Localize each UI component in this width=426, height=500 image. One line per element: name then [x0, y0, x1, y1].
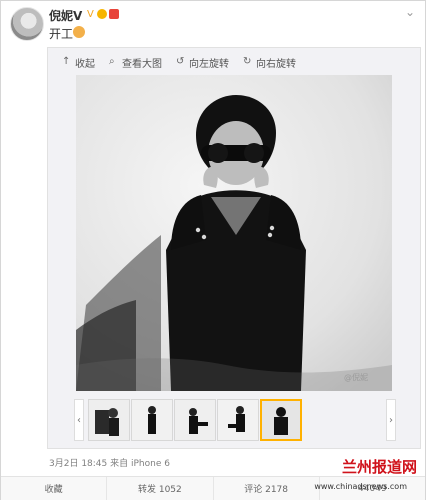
thumbnail-image [262, 401, 300, 439]
member-badge-icon [97, 9, 107, 19]
favorite-label: 收藏 [44, 485, 63, 495]
repost-label: 转发 1052 [137, 485, 182, 495]
thumbnail-3[interactable] [174, 399, 216, 441]
rotate-left-label: 向左旋转 [189, 58, 229, 70]
thumbnail-1[interactable] [88, 399, 130, 441]
username[interactable]: 倪妮V [49, 7, 82, 24]
site-url: www.chinadsnews.com [314, 482, 407, 491]
photo-watermark: @倪妮 [344, 373, 368, 382]
favorite-button[interactable]: 收藏 [1, 477, 108, 500]
thumb-prev-button[interactable]: ‹ [74, 399, 84, 441]
view-large-label: 查看大图 [122, 58, 162, 70]
rotate-left-button[interactable]: ↺ 向左旋转 [176, 54, 229, 70]
view-large-button[interactable]: ⌕ 查看大图 [109, 54, 162, 70]
thumbnail-image [175, 400, 215, 440]
thumbnail-image [89, 400, 129, 440]
post-text: 开工 [49, 27, 74, 41]
emoji-icon [73, 26, 85, 38]
avatar[interactable] [10, 7, 44, 41]
media-toolbar: ↑ 收起 ⌕ 查看大图 ↺ 向左旋转 ↻ 向右旋转 [62, 54, 296, 70]
verified-badge-icon: V [87, 9, 94, 20]
thumbnail-image [132, 400, 172, 440]
rotate-left-icon: ↺ [176, 56, 185, 67]
site-brand: 兰州报道网 [341, 458, 417, 476]
photo-illustration [76, 75, 392, 391]
main-photo[interactable]: @倪妮 [76, 75, 392, 391]
weibo-post-card: 倪妮V V ⌄ 开工 ↑ 收起 ⌕ 查看大图 ↺ 向左旋转 ↻ 向右旋转 @倪妮… [0, 0, 426, 500]
rotate-right-icon: ↻ [243, 56, 252, 67]
thumbnail-strip: ‹ › [74, 399, 396, 441]
red-badge-icon [109, 9, 119, 19]
post-meta: 3月2日 18:45 来自 iPhone 6 [49, 459, 170, 469]
magnifier-icon: ⌕ [109, 56, 115, 67]
arrow-up-icon: ↑ [62, 56, 71, 67]
comment-button[interactable]: 评论 2178 [214, 477, 320, 500]
chevron-left-icon: ‹ [77, 414, 81, 426]
thumb-next-button[interactable]: › [386, 399, 396, 441]
thumbnail-5-selected[interactable] [260, 399, 302, 441]
thumbnail-4[interactable] [217, 399, 259, 441]
media-viewer: ↑ 收起 ⌕ 查看大图 ↺ 向左旋转 ↻ 向右旋转 @倪妮 ‹ › [47, 47, 421, 449]
comment-label: 评论 2178 [244, 485, 288, 495]
chevron-down-icon[interactable]: ⌄ [405, 5, 415, 19]
collapse-label: 收起 [75, 58, 95, 70]
rotate-right-label: 向右旋转 [256, 58, 296, 70]
thumbnail-image [218, 400, 258, 440]
chevron-right-icon: › [389, 414, 393, 426]
repost-button[interactable]: 转发 1052 [107, 477, 214, 500]
thumbnail-2[interactable] [131, 399, 173, 441]
rotate-right-button[interactable]: ↻ 向右旋转 [243, 54, 296, 70]
collapse-button[interactable]: ↑ 收起 [62, 54, 95, 70]
